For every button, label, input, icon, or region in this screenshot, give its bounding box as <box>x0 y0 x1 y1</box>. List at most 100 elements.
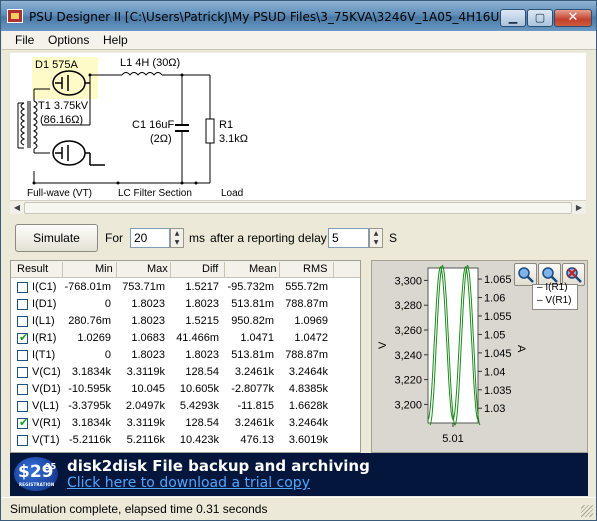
window-title: PSU Designer II [C:\Users\PatrickJ\My PS… <box>29 10 534 24</box>
ms-label: ms <box>189 231 205 245</box>
title-bar[interactable]: PSU Designer II [C:\Users\PatrickJ\My PS… <box>1 1 596 31</box>
scroll-thumb[interactable] <box>24 202 572 214</box>
app-icon[interactable] <box>7 9 23 23</box>
for-stepper[interactable]: ▲ ▼ <box>170 228 184 248</box>
menu-bar: File Options Help <box>2 31 596 50</box>
cell-rms: 1.6628k <box>288 400 328 412</box>
cell-rms: 788.87m <box>285 298 328 310</box>
zoom-in-button[interactable] <box>514 263 537 286</box>
left-tick-label: 3,200 <box>394 399 422 411</box>
for-input[interactable]: 20 <box>130 228 170 248</box>
table-row[interactable]: V(T1) -5.2116k 5.2116k 10.423k 476.13 3.6019k <box>11 432 360 449</box>
table-row[interactable]: ✔ I(R1) 1.0269 1.0683 41.466m 1.0471 1.0472 <box>11 330 360 347</box>
cell-rms: 3.2464k <box>288 366 328 378</box>
delay-input[interactable]: 5 <box>328 228 369 248</box>
table-header: Result Min Max Diff Mean RMS <box>11 261 360 278</box>
right-tick-label: 1.035 <box>484 385 512 397</box>
spin-up-icon[interactable]: ▲ <box>370 229 382 238</box>
chart-panel[interactable]: 3,300 3,280 3,260 3,240 3,220 3,200 1.065 1.06 1… <box>371 260 588 453</box>
checkmark-icon: ✔ <box>19 331 29 344</box>
table-row[interactable]: I(L1) 280.76m 1.8023 1.5215 950.82m 1.0969 <box>11 313 360 330</box>
right-tick-label: 1.05 <box>484 329 505 341</box>
row-checkbox[interactable] <box>17 401 28 412</box>
row-checkbox[interactable]: ✔ <box>17 416 28 429</box>
d1-label: D1 575A <box>35 59 78 71</box>
resize-grip[interactable] <box>581 505 593 517</box>
row-checkbox[interactable]: ✔ <box>17 331 29 344</box>
legend-item-vr1: – V(R1) <box>537 295 572 306</box>
table-row[interactable]: I(D1) 0 1.8023 1.8023 513.81m 788.87m <box>11 296 360 313</box>
col-result[interactable]: Result <box>17 263 48 275</box>
ad-download-link[interactable]: Click here to download a trial copy <box>67 475 310 491</box>
menu-options[interactable]: Options <box>48 33 89 47</box>
spin-down-icon[interactable]: ▼ <box>171 238 183 247</box>
price-note: REGISTRATION <box>19 482 55 487</box>
left-tick-label: 3,280 <box>394 300 422 312</box>
row-checkbox[interactable] <box>17 350 28 361</box>
results-table[interactable]: Result Min Max Diff Mean RMS I(C1) -768.0… <box>10 260 361 453</box>
scroll-right-icon[interactable]: ▶ <box>572 202 586 214</box>
for-label: For <box>105 231 123 245</box>
r1-value: 3.1kΩ <box>219 133 249 145</box>
section-filter: LC Filter Section <box>118 188 192 199</box>
ad-banner[interactable]: $29 95 REGISTRATION disk2disk File backu… <box>10 453 588 496</box>
legend-label-vr1: V(R1) <box>545 295 572 306</box>
right-tick-label: 1.04 <box>484 366 505 378</box>
table-row[interactable]: V(D1) -10.595k 10.045 10.605k -2.8077k 4.8385… <box>11 381 360 398</box>
table-row[interactable]: I(C1) -768.01m 753.71m 1.5217 -95.732m 555.72… <box>11 279 360 296</box>
app-window: PSU Designer II [C:\Users\PatrickJ\My PS… <box>0 0 597 521</box>
ad-title: disk2disk File backup and archiving <box>67 457 370 475</box>
close-button[interactable]: ✕ <box>554 9 592 27</box>
status-bar: Simulation complete, elapsed time 0.31 s… <box>2 497 596 520</box>
row-checkbox[interactable] <box>17 299 28 310</box>
col-diff[interactable]: Diff <box>202 263 218 275</box>
row-checkbox[interactable] <box>17 316 28 327</box>
row-checkbox[interactable] <box>17 435 28 446</box>
cell-rms: 555.72m <box>285 281 328 293</box>
schematic-canvas[interactable]: D1 575A L1 4H (30Ω) T1 3.75kV (86.16Ω) C… <box>10 53 586 200</box>
left-tick-label: 3,220 <box>394 375 422 387</box>
col-rms[interactable]: RMS <box>303 263 327 275</box>
zoom-in-icon <box>518 267 534 283</box>
status-text: Simulation complete, elapsed time 0.31 s… <box>10 502 268 516</box>
cell-rms: 3.6019k <box>288 434 328 446</box>
right-tick-label: 1.045 <box>484 348 512 360</box>
menu-file[interactable]: File <box>15 33 34 47</box>
left-axis-label: V <box>377 341 389 349</box>
c1-resistance: (2Ω) <box>150 133 172 145</box>
left-tick-label: 3,300 <box>394 275 422 287</box>
t1-label: T1 3.75kV <box>38 100 89 112</box>
cell-rms: 4.8385k <box>288 383 328 395</box>
table-row[interactable]: I(T1) 0 1.8023 1.8023 513.81m 788.87m <box>11 347 360 364</box>
l1-label: L1 4H (30Ω) <box>120 57 181 69</box>
scroll-left-icon[interactable]: ◀ <box>10 202 24 214</box>
legend-item-ir1: – I(R1) <box>537 282 568 293</box>
table-row[interactable]: V(L1) -3.3795k 2.0497k 5.4293k -11.815 1.6628… <box>11 398 360 415</box>
cell-rms: 3.2464k <box>288 417 328 429</box>
col-min[interactable]: Min <box>95 263 113 275</box>
r1-label: R1 <box>219 119 234 131</box>
table-row[interactable]: V(C1) 3.1834k 3.3119k 128.54 3.2461k 3.2464k <box>11 364 360 381</box>
simulate-button[interactable]: Simulate <box>15 224 98 252</box>
s-label: S <box>389 231 398 245</box>
maximize-icon: ▢ <box>534 11 546 24</box>
schematic-diagram <box>17 57 215 185</box>
delay-stepper[interactable]: ▲ ▼ <box>369 228 383 248</box>
col-mean[interactable]: Mean <box>249 263 277 275</box>
cell-rms: 788.87m <box>285 349 328 361</box>
row-checkbox[interactable] <box>17 367 28 378</box>
section-load: Load <box>221 188 244 199</box>
menu-help[interactable]: Help <box>103 33 128 47</box>
col-max[interactable]: Max <box>147 263 168 275</box>
row-checkbox[interactable] <box>17 282 28 293</box>
right-tick-label: 1.03 <box>484 403 505 415</box>
delay-label: after a reporting delay of <box>210 231 341 245</box>
maximize-button[interactable]: ▢ <box>527 9 553 27</box>
table-row[interactable]: ✔ V(R1) 3.1834k 3.3119k 128.54 3.2461k 3.2464k <box>11 415 360 432</box>
minimize-button[interactable]: ▁ <box>500 9 526 27</box>
row-checkbox[interactable] <box>17 384 28 395</box>
spin-down-icon[interactable]: ▼ <box>370 238 382 247</box>
spin-up-icon[interactable]: ▲ <box>171 229 183 238</box>
chart-legend: – I(R1) – V(R1) <box>532 282 578 310</box>
schematic-scrollbar[interactable]: ◀ ▶ <box>10 200 586 214</box>
